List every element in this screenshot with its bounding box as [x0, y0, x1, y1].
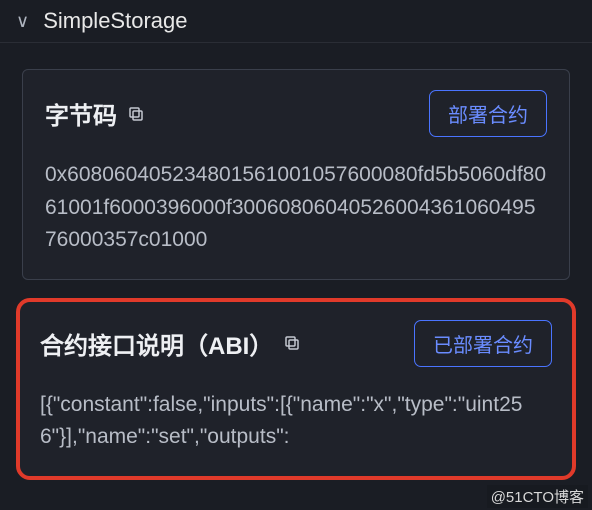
bytecode-panel-head: 字节码 部署合约: [45, 90, 547, 137]
abi-label: 合约接口说明（ABI）: [40, 326, 273, 361]
bytecode-panel: 字节码 部署合约 0x60806040523480156100105760008…: [22, 69, 570, 280]
copy-icon[interactable]: [283, 334, 301, 352]
abi-panel-head: 合约接口说明（ABI） 已部署合约: [40, 320, 552, 367]
watermark: @51CTO博客: [487, 485, 588, 508]
copy-icon[interactable]: [127, 105, 145, 123]
contract-header: ∨ SimpleStorage: [0, 0, 592, 43]
abi-panel: 合约接口说明（ABI） 已部署合约 [{"constant":false,"in…: [16, 298, 576, 480]
bytecode-content: 0x608060405234801561001057600080fd5b5060…: [45, 159, 547, 257]
contract-title: SimpleStorage: [43, 8, 187, 34]
abi-content: [{"constant":false,"inputs":[{"name":"x"…: [40, 389, 552, 454]
abi-head-left: 合约接口说明（ABI）: [40, 326, 301, 361]
bytecode-label: 字节码: [45, 96, 117, 131]
deployed-button[interactable]: 已部署合约: [414, 320, 552, 367]
deploy-button[interactable]: 部署合约: [429, 90, 547, 137]
bytecode-head-left: 字节码: [45, 96, 145, 131]
chevron-down-icon[interactable]: ∨: [16, 11, 29, 32]
